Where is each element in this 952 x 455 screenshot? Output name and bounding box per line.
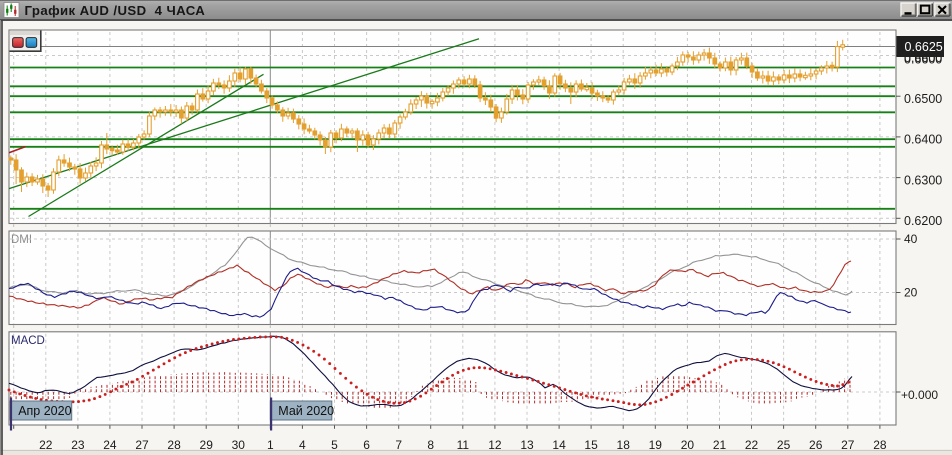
- svg-text:Апр 2020: Апр 2020: [18, 404, 71, 418]
- svg-text:0.6625: 0.6625: [905, 40, 943, 54]
- svg-text:DMI: DMI: [11, 234, 32, 246]
- svg-text:20: 20: [904, 286, 918, 300]
- svg-text:0.6500: 0.6500: [904, 92, 942, 106]
- svg-text:40: 40: [904, 232, 918, 246]
- svg-text:MACD: MACD: [11, 335, 45, 347]
- svg-text:+0.000: +0.000: [901, 388, 938, 402]
- svg-text:0.6400: 0.6400: [904, 133, 942, 147]
- svg-text:0.6200: 0.6200: [904, 214, 942, 228]
- svg-text:Май 2020: Май 2020: [278, 404, 334, 418]
- svg-text:График AUD /USD 4 ЧАСА: График AUD /USD 4 ЧАСА: [25, 3, 206, 18]
- svg-text:0.6300: 0.6300: [904, 173, 942, 187]
